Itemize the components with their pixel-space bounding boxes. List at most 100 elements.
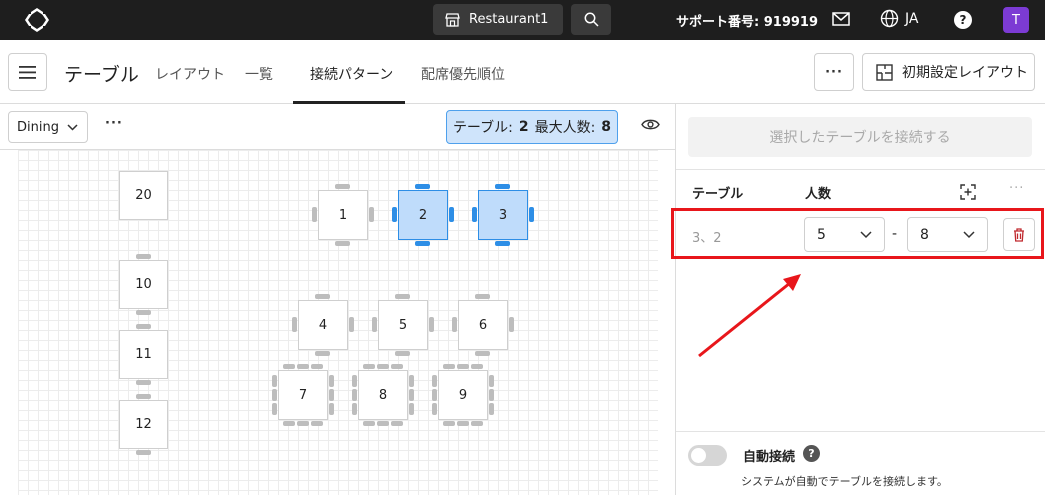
table-10[interactable]: 10 — [119, 260, 168, 309]
toolbar-more-button[interactable]: ··· — [105, 116, 123, 131]
search-icon — [584, 12, 599, 27]
chair — [136, 310, 151, 315]
chair — [452, 317, 457, 332]
auto-connect-label: 自動接続 — [743, 450, 796, 465]
chair — [432, 403, 437, 415]
tab-layout[interactable]: レイアウト — [155, 64, 225, 84]
chair — [312, 207, 317, 222]
help-icon[interactable]: ? — [954, 11, 972, 29]
chair — [372, 317, 377, 332]
language-selector[interactable]: JA — [880, 9, 918, 28]
area-select[interactable]: Dining — [8, 111, 88, 143]
initial-layout-label: 初期設定レイアウト — [902, 65, 1028, 81]
eye-icon[interactable] — [641, 118, 660, 131]
initial-layout-button[interactable]: 初期設定レイアウト — [862, 53, 1035, 91]
divider — [676, 431, 1045, 432]
chair — [489, 375, 494, 387]
user-avatar[interactable]: T — [1003, 7, 1029, 33]
chair — [292, 317, 297, 332]
delete-pattern-button[interactable] — [1003, 218, 1035, 251]
chair — [283, 364, 295, 369]
chair-selected — [415, 184, 430, 189]
add-pattern-icon[interactable] — [960, 184, 976, 200]
layout-icon — [876, 63, 893, 81]
table-9[interactable]: 9 — [438, 370, 488, 420]
app-logo-icon[interactable] — [24, 7, 50, 33]
min-people-select[interactable]: 5 — [804, 217, 885, 252]
column-more-button[interactable]: ··· — [1009, 181, 1024, 196]
connect-tables-button[interactable]: 選択したテーブルを接続する — [688, 117, 1032, 157]
table-12[interactable]: 12 — [119, 400, 168, 449]
chair — [471, 421, 483, 426]
chair — [363, 421, 375, 426]
table-2[interactable]: 2 — [398, 190, 448, 240]
chair — [352, 375, 357, 387]
max-people-select[interactable]: 8 — [907, 217, 988, 252]
chair — [283, 421, 295, 426]
header-more-button[interactable]: ··· — [814, 53, 854, 91]
tab-seating-priority[interactable]: 配席優先順位 — [421, 64, 505, 84]
max-people-value: 8 — [920, 226, 929, 243]
chair — [457, 364, 469, 369]
chair — [297, 421, 309, 426]
chair — [475, 294, 490, 299]
chair — [329, 389, 334, 401]
table-1[interactable]: 1 — [318, 190, 368, 240]
summary-tables-label: テーブル: — [452, 120, 513, 136]
language-label: JA — [905, 10, 919, 27]
chair — [429, 317, 434, 332]
help-circle-icon[interactable]: ? — [803, 445, 820, 462]
tab-list[interactable]: 一覧 — [245, 64, 273, 84]
table-7[interactable]: 7 — [278, 370, 328, 420]
chair — [509, 317, 514, 332]
restaurant-selector-button[interactable]: Restaurant1 — [433, 4, 563, 35]
chair-selected — [449, 207, 454, 222]
table-11[interactable]: 11 — [119, 330, 168, 379]
chair — [409, 389, 414, 401]
summary-max-value: 8 — [601, 119, 612, 135]
chair — [136, 394, 151, 399]
hamburger-menu-button[interactable] — [8, 53, 47, 91]
chair — [363, 364, 375, 369]
chevron-down-icon — [860, 231, 872, 239]
min-people-value: 5 — [817, 226, 826, 243]
table-20[interactable]: 20 — [119, 171, 168, 220]
chair — [136, 254, 151, 259]
chair — [136, 380, 151, 385]
hamburger-icon — [19, 65, 36, 79]
chair — [329, 375, 334, 387]
chair — [391, 364, 403, 369]
chevron-down-icon — [963, 231, 975, 239]
chair — [369, 207, 374, 222]
table-5[interactable]: 5 — [378, 300, 428, 350]
table-6[interactable]: 6 — [458, 300, 508, 350]
tab-connection-pattern[interactable]: 接続パターン — [310, 64, 393, 84]
chair — [391, 421, 403, 426]
chair — [475, 351, 490, 356]
chair-selected — [392, 207, 397, 222]
column-header-table: テーブル — [692, 187, 744, 202]
mail-icon[interactable] — [832, 11, 850, 27]
chair — [335, 184, 350, 189]
chair — [443, 421, 455, 426]
table-4[interactable]: 4 — [298, 300, 348, 350]
search-button[interactable] — [571, 4, 611, 35]
chair — [395, 351, 410, 356]
chair — [311, 364, 323, 369]
column-header-people: 人数 — [805, 187, 832, 202]
chair — [136, 450, 151, 455]
selection-summary-badge: テーブル: 2 最大人数: 8 — [446, 110, 618, 144]
table-3[interactable]: 3 — [478, 190, 528, 240]
floor-canvas[interactable]: 20 10 11 12 1 2 3 4 5 6 7 8 9 — [18, 150, 658, 495]
chair — [377, 364, 389, 369]
table-8[interactable]: 8 — [358, 370, 408, 420]
restaurant-name: Restaurant1 — [469, 12, 549, 27]
chevron-down-icon — [67, 123, 78, 131]
chair-selected — [495, 184, 510, 189]
chair — [432, 375, 437, 387]
page-title: テーブル — [64, 64, 139, 86]
auto-connect-toggle[interactable] — [688, 445, 727, 466]
globe-icon — [880, 9, 899, 28]
area-select-value: Dining — [17, 119, 59, 135]
auto-connect-description: システムが自動でテーブルを接続します。 — [741, 475, 948, 488]
